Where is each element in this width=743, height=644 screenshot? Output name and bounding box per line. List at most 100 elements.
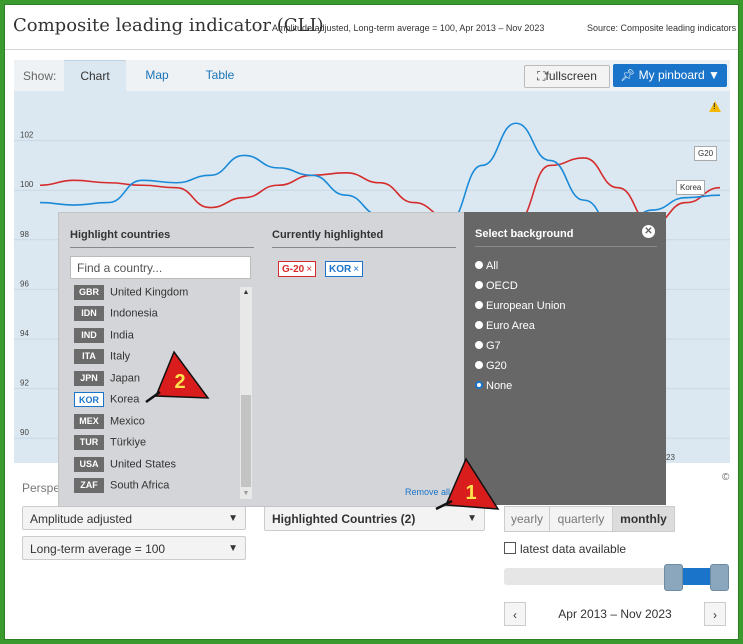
radio-button[interactable]: [475, 301, 483, 309]
marker-number: 2: [174, 371, 185, 393]
country-search-input[interactable]: Find a country...: [70, 256, 251, 279]
background-option-none[interactable]: None: [475, 380, 512, 392]
tab-chart[interactable]: Chart: [64, 60, 126, 92]
background-option-oecd[interactable]: OECD: [475, 280, 518, 292]
background-option-all[interactable]: All: [475, 260, 498, 272]
show-label: Show:: [23, 69, 57, 83]
radio-button-selected[interactable]: [475, 381, 483, 389]
app-frame: Composite leading indicator (CLI) Amplit…: [4, 4, 739, 640]
chevron-left-icon: ‹: [513, 608, 517, 622]
country-item-tur[interactable]: TUR Türkiye: [74, 435, 146, 451]
country-code-selected: KOR: [74, 392, 104, 407]
option-label: None: [486, 380, 513, 392]
chevron-down-icon: ▼: [708, 68, 720, 82]
radio-button[interactable]: [475, 281, 483, 289]
country-name: Türkiye: [110, 436, 147, 449]
view-toolbar: Show: Chart Map Table ⛶fullscreen 📌︎ My …: [14, 60, 730, 92]
country-item-idn[interactable]: IDN Indonesia: [74, 306, 158, 322]
radio-button[interactable]: [475, 321, 483, 329]
copyright-label: ©: [722, 472, 730, 483]
country-item-kor[interactable]: KOR Korea: [74, 392, 139, 408]
divider: [272, 247, 456, 248]
country-code: ZAF: [74, 478, 104, 493]
option-label: European Union: [486, 300, 566, 312]
country-item-gbr[interactable]: GBR United Kingdom: [74, 285, 188, 301]
country-list-scrollbar[interactable]: ▲ ▼: [240, 287, 252, 499]
background-option-euro-area[interactable]: Euro Area: [475, 320, 535, 332]
warning-icon[interactable]: !: [709, 101, 721, 112]
country-code: USA: [74, 457, 104, 472]
perspective-label: Perspe: [22, 481, 61, 495]
country-code: MEX: [74, 414, 104, 429]
latest-data-label: latest data available: [520, 542, 627, 556]
highlight-chip-kor[interactable]: KOR ×: [325, 261, 364, 277]
y-tick-label: 96: [20, 279, 29, 288]
date-range-slider[interactable]: [504, 564, 729, 591]
country-item-zaf[interactable]: ZAF South Africa: [74, 478, 169, 494]
average-dropdown[interactable]: Long-term average = 100 ▼: [22, 536, 246, 560]
close-icon[interactable]: ×: [306, 264, 312, 275]
marker-number: 1: [465, 482, 476, 504]
next-period-button[interactable]: ›: [704, 602, 726, 626]
chevron-right-icon: ›: [713, 608, 717, 622]
country-code: IDN: [74, 306, 104, 321]
country-code: GBR: [74, 285, 104, 300]
radio-button[interactable]: [475, 261, 483, 269]
background-option-g7[interactable]: G7: [475, 340, 501, 352]
tab-table[interactable]: Table: [194, 60, 246, 91]
select-background-title: Select background: [475, 228, 574, 240]
tab-map[interactable]: Map: [134, 60, 180, 91]
close-icon[interactable]: ✕: [642, 225, 655, 238]
y-tick-label: 94: [20, 329, 29, 338]
country-code: ITA: [74, 349, 104, 364]
country-item-jpn[interactable]: JPN Japan: [74, 371, 140, 387]
source-label: Source: Composite leading indicators: [587, 23, 737, 33]
y-tick-label: 98: [20, 230, 29, 239]
frequency-yearly[interactable]: yearly: [504, 506, 550, 532]
background-option-g20[interactable]: G20: [475, 360, 507, 372]
amplitude-dropdown-value: Amplitude adjusted: [30, 512, 133, 526]
fullscreen-button[interactable]: ⛶fullscreen: [524, 65, 610, 88]
previous-period-button[interactable]: ‹: [504, 602, 526, 626]
country-name: Indonesia: [110, 307, 158, 320]
date-range-label: Apr 2013 – Nov 2023: [558, 607, 672, 621]
scroll-up-icon[interactable]: ▲: [240, 289, 252, 296]
radio-button[interactable]: [475, 341, 483, 349]
currently-highlighted-title: Currently highlighted: [272, 229, 384, 241]
average-dropdown-value: Long-term average = 100: [30, 542, 166, 556]
fullscreen-label: fullscreen: [545, 69, 597, 83]
country-code: IND: [74, 328, 104, 343]
slider-end-handle[interactable]: [710, 564, 729, 591]
amplitude-dropdown[interactable]: Amplitude adjusted ▼: [22, 506, 246, 530]
country-name: Italy: [110, 350, 131, 363]
y-tick-label: 100: [20, 180, 34, 189]
pin-icon: 📌︎: [620, 68, 636, 82]
divider: [475, 246, 657, 247]
background-option-eu[interactable]: European Union: [475, 300, 566, 312]
title-row: Composite leading indicator (CLI) Amplit…: [5, 5, 738, 50]
latest-data-checkbox[interactable]: [504, 542, 516, 554]
fullscreen-icon: ⛶: [537, 69, 546, 83]
option-label: G20: [486, 360, 507, 372]
scroll-down-icon[interactable]: ▼: [240, 490, 252, 497]
slider-start-handle[interactable]: [664, 564, 683, 591]
radio-button[interactable]: [475, 361, 483, 369]
frequency-monthly[interactable]: monthly: [612, 506, 675, 532]
chip-label: G-20: [282, 264, 305, 275]
country-item-mex[interactable]: MEX Mexico: [74, 414, 145, 430]
country-name: Mexico: [110, 415, 145, 428]
country-item-ita[interactable]: ITA Italy: [74, 349, 130, 365]
highlighted-countries-value: Highlighted Countries (2): [272, 512, 416, 526]
country-name: United States: [110, 458, 177, 471]
scroll-thumb[interactable]: [241, 395, 251, 487]
close-icon[interactable]: ×: [353, 264, 359, 275]
latest-data-checkbox-row[interactable]: latest data available: [504, 542, 626, 556]
country-item-ind[interactable]: IND India: [74, 328, 134, 344]
option-label: Euro Area: [486, 320, 535, 332]
country-name: United Kingdom: [110, 286, 189, 299]
highlight-chip-g20[interactable]: G-20 ×: [278, 261, 317, 277]
frequency-quarterly[interactable]: quarterly: [549, 506, 613, 532]
pinboard-button[interactable]: 📌︎ My pinboard ▼: [613, 64, 727, 87]
annotation-marker-1: 1: [435, 457, 500, 511]
country-item-usa[interactable]: USA United States: [74, 457, 176, 473]
